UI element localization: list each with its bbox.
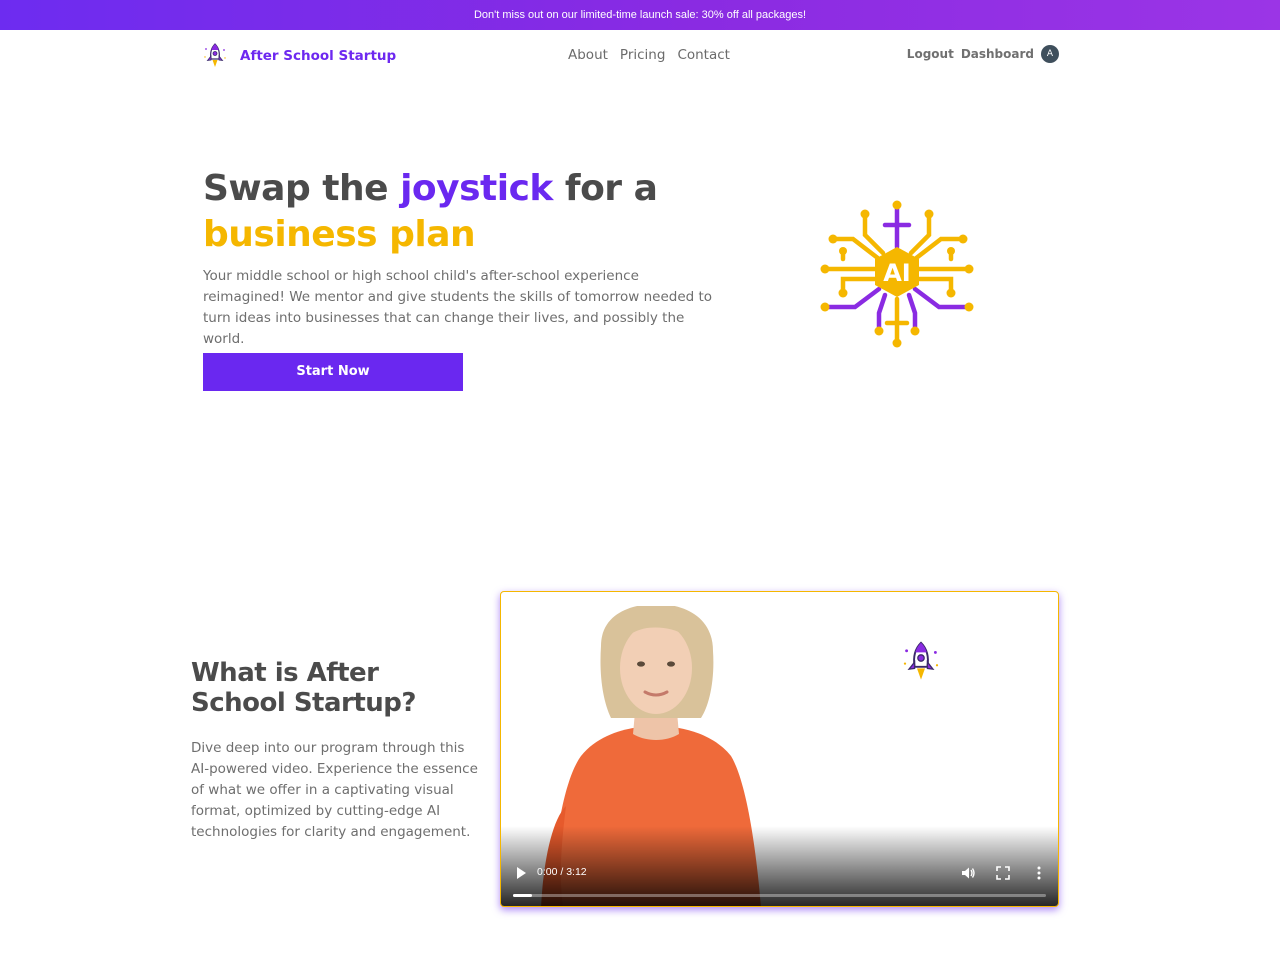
- promo-banner: Don't miss out on our limited-time launc…: [0, 0, 1280, 30]
- nav-links: About Pricing Contact: [568, 47, 730, 63]
- more-vertical-icon[interactable]: [1036, 865, 1042, 881]
- intro-video-player[interactable]: 0:00 / 3:12: [500, 591, 1059, 907]
- dashboard-button[interactable]: Dashboard: [961, 47, 1034, 61]
- brand-link[interactable]: After School Startup: [200, 40, 396, 72]
- ai-graphic-label: AI: [883, 259, 911, 287]
- hero-title-part2: for a: [552, 168, 658, 209]
- hero-section: Swap the joystick for a business plan Yo…: [203, 166, 763, 350]
- top-navigation: After School Startup About Pricing Conta…: [0, 30, 1280, 82]
- about-title: What is After School Startup?: [191, 658, 417, 718]
- hero-title: Swap the joystick for a business plan: [203, 166, 763, 258]
- ai-circuit-icon: AI: [820, 200, 974, 348]
- logout-button[interactable]: Logout: [907, 47, 954, 61]
- video-progress-fill: [513, 894, 532, 897]
- nav-link-pricing[interactable]: Pricing: [620, 47, 666, 63]
- nav-link-contact[interactable]: Contact: [677, 47, 730, 63]
- fullscreen-icon[interactable]: [996, 866, 1010, 880]
- play-icon[interactable]: [515, 866, 527, 880]
- hero-title-highlight-joystick: joystick: [400, 168, 553, 209]
- brand-name: After School Startup: [240, 48, 397, 64]
- promo-banner-text: Don't miss out on our limited-time launc…: [473, 9, 807, 21]
- hero-title-highlight-business-plan: business plan: [203, 214, 476, 255]
- volume-icon[interactable]: [960, 865, 976, 881]
- hero-description: Your middle school or high school child'…: [203, 268, 713, 347]
- rocket-icon: [903, 641, 939, 680]
- rocket-icon: [204, 43, 226, 67]
- about-description: Dive deep into our program through this …: [191, 740, 478, 840]
- video-progress-bar[interactable]: [513, 894, 1046, 897]
- start-now-button[interactable]: Start Now: [203, 353, 463, 391]
- video-time: 0:00 / 3:12: [537, 866, 587, 878]
- hero-title-part1: Swap the: [203, 168, 401, 209]
- nav-link-about[interactable]: About: [568, 47, 608, 63]
- account-actions: Logout Dashboard A: [907, 45, 1059, 63]
- avatar[interactable]: A: [1041, 45, 1059, 63]
- about-section: What is After School Startup? Dive deep …: [191, 658, 481, 843]
- video-controls: 0:00 / 3:12: [501, 858, 1058, 906]
